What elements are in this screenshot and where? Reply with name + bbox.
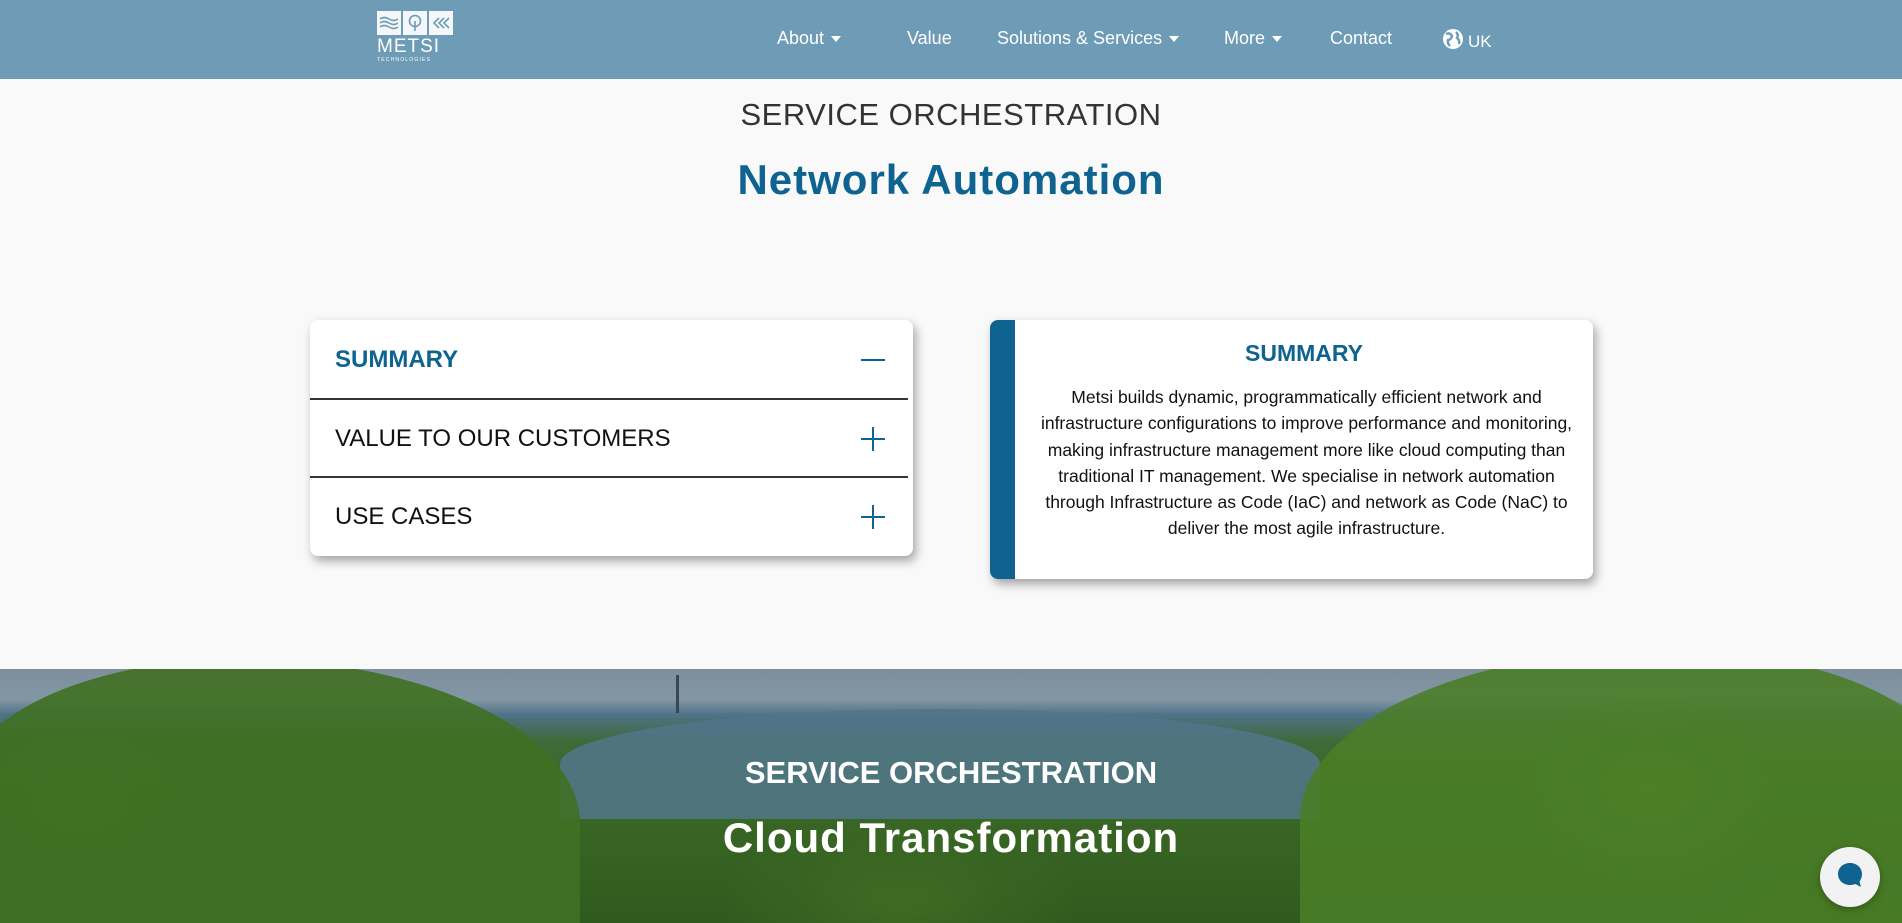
background-tower (676, 675, 679, 713)
nav-value[interactable]: Value (907, 28, 952, 49)
plus-icon[interactable] (861, 505, 885, 529)
page-title: Network Automation (737, 156, 1165, 203)
nav-contact[interactable]: Contact (1330, 28, 1392, 49)
plus-icon[interactable] (861, 427, 885, 451)
accordion-item-label: USE CASES (335, 503, 473, 530)
cloud-transformation-section: SERVICE ORCHESTRATION Cloud Transformati… (0, 669, 1902, 923)
caret-down-icon (831, 35, 842, 42)
section-eyebrow: SERVICE ORCHESTRATION (744, 755, 1158, 790)
caret-down-icon (1169, 35, 1180, 42)
waves-logo-icon (377, 11, 401, 35)
globe-icon (1442, 28, 1464, 55)
accordion-item-summary[interactable]: SUMMARY (310, 320, 913, 400)
metsi-logo[interactable]: METSI TECHNOLOGIES (377, 11, 453, 67)
nav-about-label: About (777, 28, 825, 48)
panel-body: Metsi builds dynamic, programmatically e… (1040, 387, 1573, 539)
tree-logo-icon (403, 11, 427, 35)
nav-solutions-label: Solutions & Services (997, 28, 1163, 48)
logo-tiles (377, 11, 453, 35)
nav-solutions-services[interactable]: Solutions & Services (997, 28, 1180, 49)
summary-panel: SUMMARY Metsi builds dynamic, programmat… (990, 320, 1593, 579)
caret-down-icon (1272, 35, 1283, 42)
accordion: SUMMARY VALUE TO OUR CUSTOMERS USE CASES (310, 320, 913, 556)
accordion-item-label: VALUE TO OUR CUSTOMERS (335, 425, 671, 452)
accordion-item-use-cases[interactable]: USE CASES (310, 478, 913, 556)
section-eyebrow: SERVICE ORCHESTRATION (740, 97, 1162, 132)
site-header: METSI TECHNOLOGIES About Value Solutions… (0, 0, 1902, 79)
nav-about[interactable]: About (777, 28, 842, 49)
section-title: Cloud Transformation (722, 814, 1180, 861)
region-label: UK (1468, 31, 1492, 51)
panel-accent-bar (990, 320, 1015, 579)
logo-subtext: TECHNOLOGIES (377, 57, 432, 63)
wind-logo-icon (429, 11, 453, 35)
background-trees-left (0, 669, 580, 923)
chat-launcher-button[interactable] (1820, 847, 1880, 907)
minus-icon[interactable] (861, 348, 885, 372)
region-selector[interactable]: UK (1442, 28, 1492, 55)
chat-bubble-icon (1835, 860, 1865, 895)
background-trees-right (1300, 669, 1902, 923)
logo-wordmark: METSI (377, 36, 441, 57)
accordion-item-label: SUMMARY (335, 346, 459, 373)
nav-value-label: Value (907, 28, 952, 48)
nav-contact-label: Contact (1330, 28, 1393, 48)
panel-title: SUMMARY (1245, 340, 1363, 366)
accordion-item-value[interactable]: VALUE TO OUR CUSTOMERS (310, 400, 913, 478)
nav-more[interactable]: More (1224, 28, 1283, 49)
nav-more-label: More (1224, 28, 1266, 48)
